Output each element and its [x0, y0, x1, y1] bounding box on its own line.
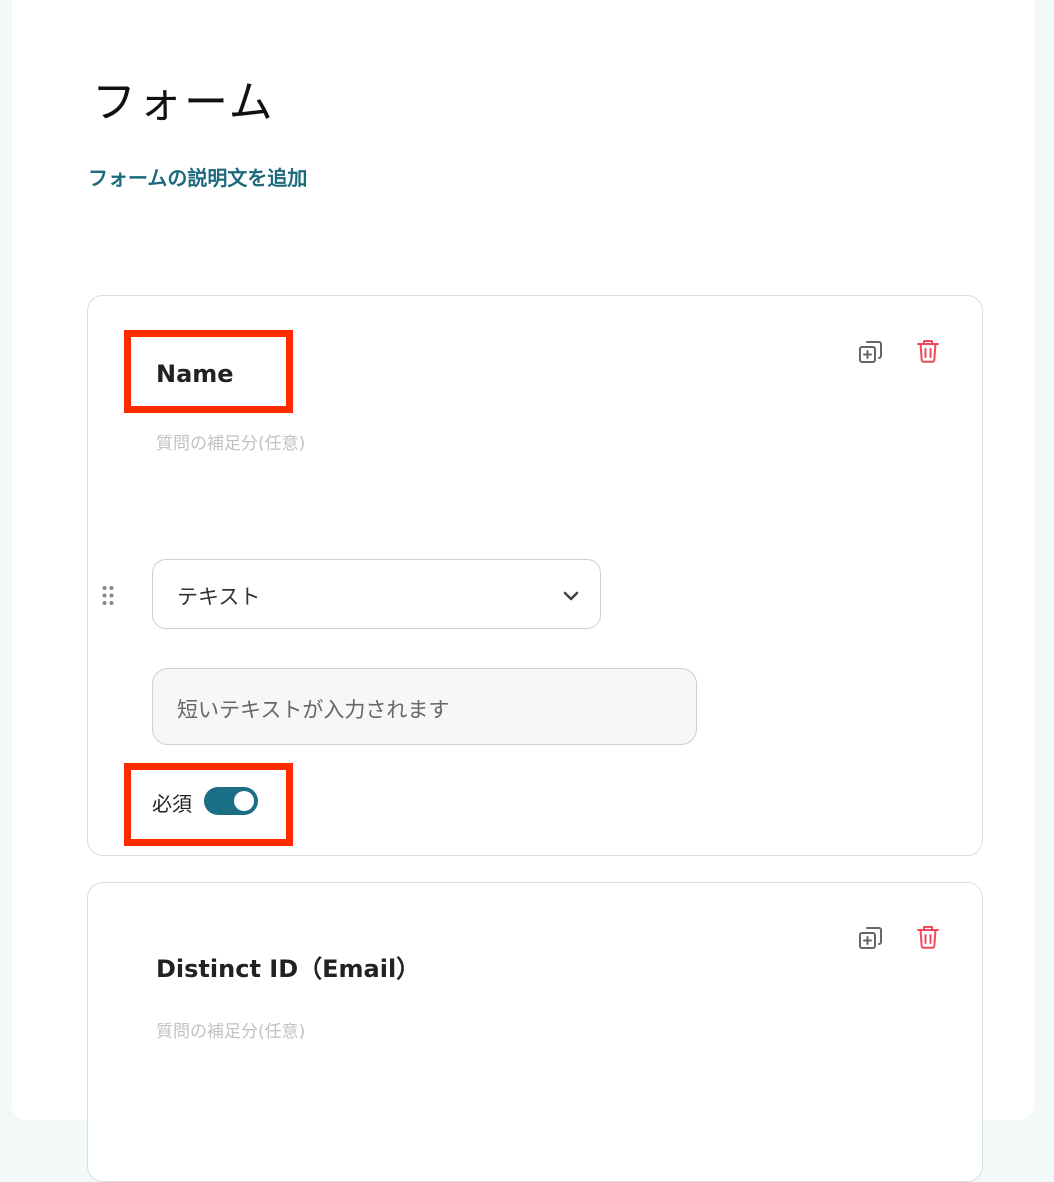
form-editor-panel: フォーム フォームの説明文を追加 Name 質問の補足分(任意) テキスト 短い…	[12, 0, 1034, 1182]
answer-preview-field: 短いテキストが入力されます	[152, 668, 697, 745]
required-toggle[interactable]	[204, 787, 258, 815]
question-title[interactable]: Name	[156, 360, 234, 388]
question-card: Distinct ID（Email） 質問の補足分(任意)	[87, 882, 983, 1182]
duplicate-button[interactable]	[856, 923, 886, 953]
question-title[interactable]: Distinct ID（Email）	[156, 949, 420, 984]
form-title[interactable]: フォーム	[92, 66, 275, 130]
trash-icon	[917, 340, 939, 363]
chevron-down-icon	[563, 591, 579, 601]
question-type-value: テキスト	[177, 585, 261, 609]
add-description-link[interactable]: フォームの説明文を追加	[88, 162, 307, 191]
delete-button[interactable]	[913, 336, 943, 366]
trash-icon	[917, 926, 939, 949]
answer-preview-placeholder: 短いテキストが入力されます	[177, 698, 450, 722]
duplicate-icon	[859, 341, 882, 363]
duplicate-button[interactable]	[856, 337, 886, 367]
required-label: 必須	[152, 792, 192, 816]
toggle-knob	[234, 791, 254, 811]
question-subtitle-input[interactable]: 質問の補足分(任意)	[156, 429, 305, 454]
delete-button[interactable]	[913, 922, 943, 952]
question-type-select[interactable]: テキスト	[152, 559, 601, 629]
question-subtitle-input[interactable]: 質問の補足分(任意)	[156, 1017, 305, 1042]
duplicate-icon	[859, 927, 882, 949]
question-card: Name 質問の補足分(任意) テキスト 短いテキストが入力されます 必須	[87, 295, 983, 856]
drag-handle-icon[interactable]	[100, 584, 116, 608]
